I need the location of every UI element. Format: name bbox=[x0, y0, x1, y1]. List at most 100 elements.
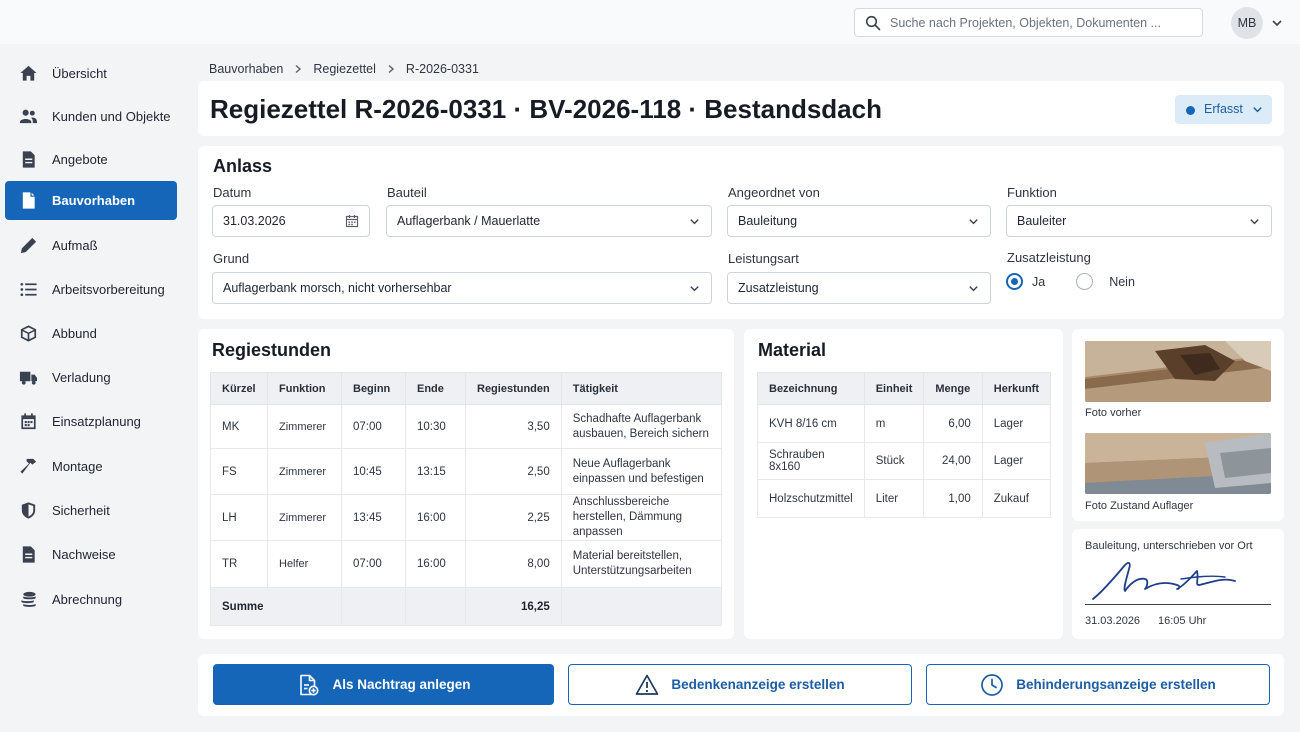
sidebar: Übersicht Kunden und Objekte Angebote Ba… bbox=[0, 44, 182, 732]
sidebar-item-label: Nachweise bbox=[52, 547, 116, 562]
photo-before-caption: Foto vorher bbox=[1085, 407, 1142, 419]
chevron-down-icon[interactable] bbox=[1270, 16, 1284, 30]
sidebar-item-einsatzplanung[interactable]: Einsatzplanung bbox=[5, 402, 177, 441]
column-header: Ende bbox=[405, 372, 466, 405]
sidebar-item-abbund[interactable]: Abbund bbox=[5, 314, 177, 353]
angeordnet-select[interactable]: Bauleitung bbox=[727, 205, 991, 237]
grund-select[interactable]: Auflagerbank morsch, nicht vorhersehbar bbox=[212, 272, 712, 304]
signature-card: Bauleitung, unterschrieben vor Ort 31.03… bbox=[1072, 529, 1284, 639]
sidebar-item-aufmass[interactable]: Aufmaß bbox=[5, 226, 177, 265]
column-header: Tätigkeit bbox=[560, 372, 723, 405]
regiestunden-title: Regiestunden bbox=[212, 340, 332, 360]
cell-kuerzel: TR bbox=[210, 540, 268, 588]
cell-kuerzel: FS bbox=[210, 448, 268, 495]
grund-value: Auflagerbank morsch, nicht vorhersehbar bbox=[223, 281, 452, 295]
sidebar-item-verladung[interactable]: Verladung bbox=[5, 358, 177, 397]
cell-einheit: m bbox=[863, 404, 925, 443]
breadcrumb: Bauvorhaben Regiezettel R-2026-0331 bbox=[209, 60, 479, 78]
cell-taetigkeit: Neue Auflagerbank einpassen und befestig… bbox=[560, 448, 723, 495]
sidebar-item-uebersicht[interactable]: Übersicht bbox=[5, 54, 177, 93]
coins-icon bbox=[19, 590, 38, 609]
column-header: Funktion bbox=[267, 372, 342, 405]
breadcrumb-item[interactable]: Bauvorhaben bbox=[209, 62, 283, 76]
sidebar-item-abrechnung[interactable]: Abrechnung bbox=[5, 580, 177, 619]
sum-empty bbox=[341, 587, 406, 626]
sidebar-item-montage[interactable]: Montage bbox=[5, 447, 177, 486]
sidebar-item-bauvorhaben[interactable]: Bauvorhaben bbox=[5, 181, 177, 220]
leistungsart-label: Leistungsart bbox=[728, 251, 799, 266]
cell-menge: 1,00 bbox=[923, 479, 983, 518]
material-card: Material Bezeichnung Einheit Menge Herku… bbox=[744, 329, 1063, 639]
sum-row: Summe 16,25 bbox=[210, 587, 723, 626]
cell-bezeichnung: KVH 8/16 cm bbox=[757, 404, 865, 443]
photo-support[interactable] bbox=[1085, 433, 1271, 494]
photo-before[interactable] bbox=[1085, 341, 1271, 402]
cell-menge: 24,00 bbox=[923, 442, 983, 480]
photo-card: Foto vorher Foto Zustand Auflager bbox=[1072, 329, 1284, 521]
calendar-icon bbox=[19, 412, 38, 431]
calendar-icon[interactable] bbox=[345, 214, 359, 228]
datum-field[interactable]: 31.03.2026 bbox=[212, 205, 370, 237]
table-row[interactable]: Holzschutzmittel Liter 1,00 Zukauf bbox=[757, 479, 1052, 518]
bauteil-label: Bauteil bbox=[387, 185, 427, 200]
nachtrag-button[interactable]: Als Nachtrag anlegen bbox=[213, 664, 554, 705]
cell-beginn: 10:45 bbox=[341, 448, 406, 495]
chevron-down-icon bbox=[690, 286, 699, 292]
page-title: Regiezettel R-2026-0331 · BV-2026-118 · … bbox=[210, 94, 882, 124]
signature-line bbox=[1085, 604, 1271, 605]
bauteil-select[interactable]: Auflagerbank / Mauerlatte bbox=[386, 205, 712, 237]
table-row[interactable]: Schrauben 8x160 Stück 24,00 Lager bbox=[757, 442, 1052, 480]
cell-ende: 10:30 bbox=[405, 404, 466, 449]
sidebar-item-kunden[interactable]: Kunden und Objekte bbox=[5, 97, 177, 136]
table-row[interactable]: TR Helfer 07:00 16:00 8,00 Material bere… bbox=[210, 540, 723, 588]
grund-label: Grund bbox=[213, 251, 250, 266]
cell-einheit: Liter bbox=[863, 479, 925, 518]
search-box[interactable] bbox=[854, 8, 1203, 37]
sidebar-item-angebote[interactable]: Angebote bbox=[5, 140, 177, 179]
cube-icon bbox=[19, 324, 38, 343]
bedenkenanzeige-button[interactable]: Bedenkenanzeige erstellen bbox=[568, 664, 912, 705]
signature-image bbox=[1092, 562, 1236, 600]
breadcrumb-item[interactable]: Regiezettel bbox=[313, 62, 376, 76]
pencil-icon bbox=[19, 236, 38, 255]
table-row[interactable]: KVH 8/16 cm m 6,00 Lager bbox=[757, 404, 1052, 443]
radio-nein[interactable] bbox=[1076, 273, 1094, 290]
regiestunden-table: Kürzel Funktion Beginn Ende Regiestunden… bbox=[210, 372, 723, 626]
sum-label: Summe bbox=[210, 587, 342, 626]
material-title: Material bbox=[758, 340, 827, 360]
users-icon bbox=[19, 107, 38, 126]
chevron-down-icon bbox=[969, 219, 978, 225]
sidebar-item-sicherheit[interactable]: Sicherheit bbox=[5, 491, 177, 530]
funktion-select[interactable]: Bauleiter bbox=[1006, 205, 1272, 237]
search-input[interactable] bbox=[890, 15, 1202, 30]
radio-ja-label[interactable]: Ja bbox=[1032, 275, 1045, 289]
table-row[interactable]: LH Zimmerer 13:45 16:00 2,25 Anschlussbe… bbox=[210, 494, 723, 541]
sidebar-item-label: Bauvorhaben bbox=[52, 193, 136, 208]
behinderungsanzeige-button-label: Behinderungsanzeige erstellen bbox=[1016, 677, 1216, 692]
bauteil-value: Auflagerbank / Mauerlatte bbox=[397, 214, 541, 228]
table-row[interactable]: MK Zimmerer 07:00 10:30 3,50 Schadhafte … bbox=[210, 404, 723, 449]
table-header-row: Bezeichnung Einheit Menge Herkunft bbox=[757, 372, 1052, 405]
table-row[interactable]: FS Zimmerer 10:45 13:15 2,50 Neue Auflag… bbox=[210, 448, 723, 495]
nachtrag-button-label: Als Nachtrag anlegen bbox=[332, 677, 471, 692]
sidebar-item-label: Einsatzplanung bbox=[52, 414, 141, 429]
status-dropdown[interactable]: Erfasst bbox=[1175, 95, 1272, 124]
avatar[interactable]: MB bbox=[1231, 7, 1263, 39]
behinderungsanzeige-button[interactable]: Behinderungsanzeige erstellen bbox=[926, 664, 1270, 705]
sidebar-item-label: Abrechnung bbox=[52, 592, 123, 607]
photo-before-image bbox=[1085, 341, 1271, 402]
status-badge: Erfasst bbox=[1204, 102, 1243, 116]
sidebar-item-arbeitsvorbereitung[interactable]: Arbeitsvorbereitung bbox=[5, 270, 177, 309]
angeordnet-value: Bauleitung bbox=[738, 214, 798, 228]
radio-ja[interactable] bbox=[1006, 273, 1023, 290]
column-header: Beginn bbox=[341, 372, 406, 405]
sidebar-item-label: Montage bbox=[52, 459, 103, 474]
sidebar-item-label: Arbeitsvorbereitung bbox=[52, 282, 165, 297]
sum-value: 16,25 bbox=[465, 587, 562, 626]
leistungsart-select[interactable]: Zusatzleistung bbox=[727, 272, 991, 304]
cell-kuerzel: LH bbox=[210, 494, 268, 541]
column-header: Bezeichnung bbox=[757, 372, 865, 405]
sidebar-item-nachweise[interactable]: Nachweise bbox=[5, 535, 177, 574]
radio-nein-label[interactable]: Nein bbox=[1109, 275, 1135, 289]
column-header: Kürzel bbox=[210, 372, 268, 405]
